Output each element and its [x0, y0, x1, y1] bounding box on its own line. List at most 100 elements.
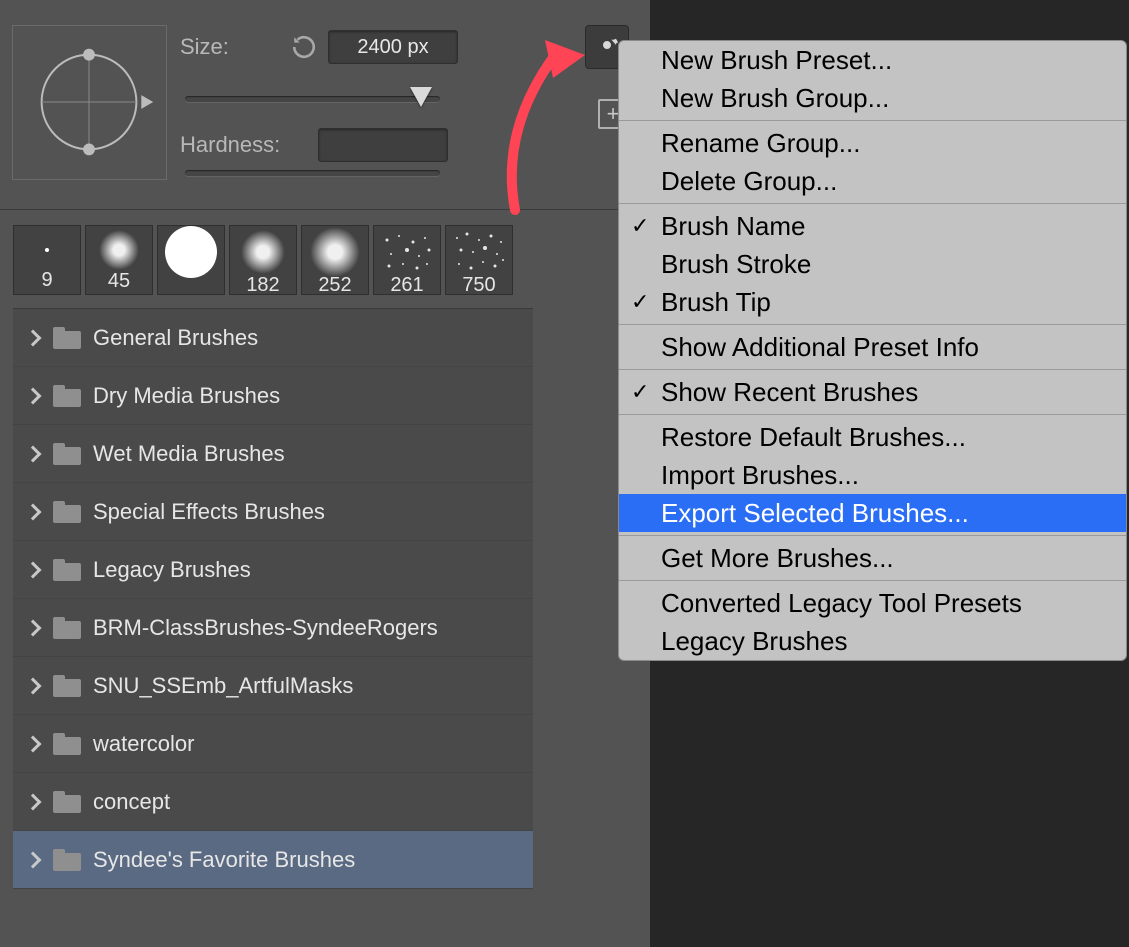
- menu-separator: [619, 120, 1126, 121]
- folder-label: General Brushes: [93, 325, 258, 351]
- menu-separator: [619, 414, 1126, 415]
- size-slider[interactable]: [185, 96, 440, 102]
- chevron-right-icon: [25, 735, 42, 752]
- menu-item-label: New Brush Group...: [661, 83, 889, 114]
- hardness-slider[interactable]: [185, 170, 440, 176]
- menu-item[interactable]: Rename Group...: [619, 124, 1126, 162]
- chevron-right-icon: [25, 445, 42, 462]
- menu-separator: [619, 369, 1126, 370]
- menu-item-label: Import Brushes...: [661, 460, 859, 491]
- check-icon: ✓: [631, 213, 649, 239]
- menu-item-label: Brush Stroke: [661, 249, 811, 280]
- menu-item[interactable]: Export Selected Brushes...: [619, 494, 1126, 532]
- chevron-right-icon: [25, 619, 42, 636]
- thumb-size: 261: [390, 274, 423, 297]
- menu-item-label: Rename Group...: [661, 128, 860, 159]
- brush-folder-item[interactable]: General Brushes: [13, 309, 533, 367]
- menu-item[interactable]: New Brush Group...: [619, 79, 1126, 117]
- thumb-size: 9: [41, 269, 52, 292]
- chevron-right-icon: [25, 329, 42, 346]
- brush-folder-item[interactable]: Legacy Brushes: [13, 541, 533, 599]
- menu-item[interactable]: Brush Stroke: [619, 245, 1126, 283]
- folder-label: BRM-ClassBrushes-SyndeeRogers: [93, 615, 438, 641]
- gear-icon: [595, 33, 619, 62]
- brush-folder-item[interactable]: Dry Media Brushes: [13, 367, 533, 425]
- menu-item[interactable]: Get More Brushes...: [619, 539, 1126, 577]
- menu-item-label: Converted Legacy Tool Presets: [661, 588, 1022, 619]
- check-icon: ✓: [631, 379, 649, 405]
- flyout-menu: New Brush Preset... New Brush Group... Ren…: [618, 40, 1127, 661]
- menu-item[interactable]: Legacy Brushes: [619, 622, 1126, 660]
- chevron-right-icon: [25, 561, 42, 578]
- menu-item[interactable]: New Brush Preset...: [619, 41, 1126, 79]
- folder-icon: [53, 385, 81, 407]
- folder-label: SNU_SSEmb_ArtfulMasks: [93, 673, 353, 699]
- folder-icon: [53, 617, 81, 639]
- menu-separator: [619, 580, 1126, 581]
- thumb-size: 182: [246, 274, 279, 297]
- menu-item[interactable]: Restore Default Brushes...: [619, 418, 1126, 456]
- brush-thumb[interactable]: 45: [85, 225, 153, 295]
- brush-thumb[interactable]: 9: [13, 225, 81, 295]
- brush-folder-item[interactable]: concept: [13, 773, 533, 831]
- brush-thumb[interactable]: [157, 225, 225, 295]
- menu-item[interactable]: Import Brushes...: [619, 456, 1126, 494]
- folder-label: Dry Media Brushes: [93, 383, 280, 409]
- reset-size-icon[interactable]: [288, 31, 320, 63]
- menu-item-label: Get More Brushes...: [661, 543, 894, 574]
- folder-icon: [53, 675, 81, 697]
- folder-icon: [53, 791, 81, 813]
- menu-item-label: New Brush Preset...: [661, 45, 892, 76]
- menu-item-label: Show Additional Preset Info: [661, 332, 979, 363]
- brush-folder-item[interactable]: Wet Media Brushes: [13, 425, 533, 483]
- hardness-label: Hardness:: [180, 132, 310, 158]
- menu-item-label: Restore Default Brushes...: [661, 422, 966, 453]
- hardness-input[interactable]: [318, 128, 448, 162]
- brush-thumb[interactable]: 182: [229, 225, 297, 295]
- brush-thumb[interactable]: 750: [445, 225, 513, 295]
- chevron-right-icon: [25, 503, 42, 520]
- thumb-size: 45: [108, 270, 130, 293]
- folder-label: watercolor: [93, 731, 194, 757]
- folder-icon: [53, 849, 81, 871]
- chevron-right-icon: [25, 793, 42, 810]
- thumb-size: 750: [462, 274, 495, 297]
- brush-folder-item[interactable]: Special Effects Brushes: [13, 483, 533, 541]
- thumb-size: 252: [318, 274, 351, 297]
- size-slider-thumb[interactable]: [410, 87, 432, 107]
- folder-icon: [53, 327, 81, 349]
- chevron-right-icon: [25, 677, 42, 694]
- menu-item[interactable]: Delete Group...: [619, 162, 1126, 200]
- brush-panel: Size: 2400 px Hardness:: [0, 0, 650, 947]
- folder-label: Syndee's Favorite Brushes: [93, 847, 355, 873]
- menu-item-label: Show Recent Brushes: [661, 377, 918, 408]
- chevron-right-icon: [25, 851, 42, 868]
- menu-item[interactable]: Show Additional Preset Info: [619, 328, 1126, 366]
- scatter-icon: [379, 230, 435, 274]
- brush-thumb[interactable]: 252: [301, 225, 369, 295]
- folder-label: concept: [93, 789, 170, 815]
- brush-folder-item[interactable]: BRM-ClassBrushes-SyndeeRogers: [13, 599, 533, 657]
- brush-folder-item[interactable]: watercolor: [13, 715, 533, 773]
- menu-item-label: Brush Tip: [661, 287, 771, 318]
- brush-controls: Size: 2400 px Hardness:: [0, 0, 650, 210]
- check-icon: ✓: [631, 289, 649, 315]
- folder-icon: [53, 559, 81, 581]
- folder-label: Special Effects Brushes: [93, 499, 325, 525]
- brush-folder-item[interactable]: SNU_SSEmb_ArtfulMasks: [13, 657, 533, 715]
- scatter-icon: [451, 230, 507, 274]
- menu-item[interactable]: ✓ Brush Tip: [619, 283, 1126, 321]
- recent-brushes: 9 45 182 252: [0, 210, 650, 300]
- brush-folder-list: General Brushes Dry Media Brushes Wet Medi…: [13, 308, 533, 889]
- chevron-right-icon: [25, 387, 42, 404]
- menu-item-label: Delete Group...: [661, 166, 837, 197]
- menu-item[interactable]: ✓Brush Name: [619, 207, 1126, 245]
- menu-item[interactable]: ✓ Show Recent Brushes: [619, 373, 1126, 411]
- menu-item[interactable]: Converted Legacy Tool Presets: [619, 584, 1126, 622]
- brush-thumb[interactable]: 261: [373, 225, 441, 295]
- size-input[interactable]: 2400 px: [328, 30, 458, 64]
- brush-angle-preview[interactable]: [12, 25, 167, 180]
- brush-folder-item[interactable]: Syndee's Favorite Brushes: [13, 831, 533, 889]
- menu-separator: [619, 535, 1126, 536]
- folder-icon: [53, 443, 81, 465]
